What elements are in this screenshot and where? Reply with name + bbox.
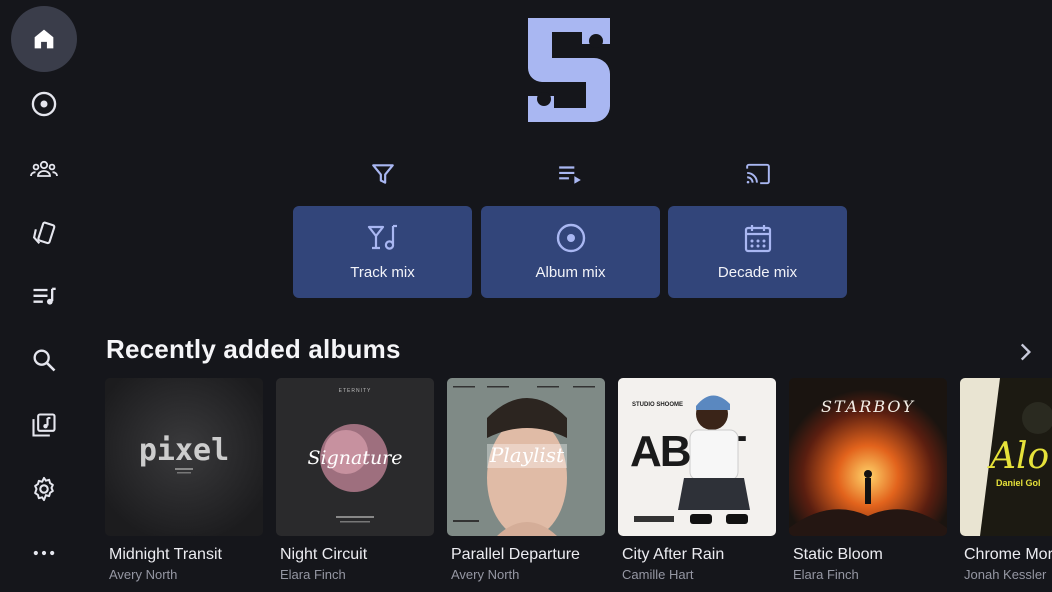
- cover-top-text: STUDIO SHOOME: [632, 402, 683, 408]
- more-icon: [33, 550, 55, 556]
- cover-text: pixel: [139, 433, 229, 468]
- calendar-icon: [744, 225, 771, 253]
- chevron-right-icon[interactable]: [1012, 339, 1038, 365]
- album-card[interactable]: Alo Daniel Gol Chrome Morning Jonah Kess…: [960, 378, 1052, 592]
- sidebar: [0, 0, 88, 592]
- cover-sub-text: Daniel Gol: [996, 478, 1041, 488]
- decade-mix-card[interactable]: Decade mix: [668, 206, 847, 298]
- album-title: Parallel Departure: [451, 546, 580, 563]
- album-artist: Elara Finch: [280, 567, 346, 582]
- album-card[interactable]: Playlist Parallel Departure Avery North: [447, 378, 605, 592]
- filter-button[interactable]: [367, 158, 399, 190]
- playlists-icon: [33, 287, 56, 305]
- album-cover: STUDIO SHOOME ABUT: [618, 378, 776, 536]
- nav-genres[interactable]: [11, 201, 77, 267]
- nav-search[interactable]: [11, 327, 77, 393]
- nav-home[interactable]: [11, 6, 77, 72]
- nav-artists[interactable]: [11, 136, 77, 202]
- settings-icon: [34, 476, 54, 502]
- album-title: City After Rain: [622, 546, 725, 563]
- cover-text: STARBOY: [821, 397, 915, 416]
- album-artist: Avery North: [451, 567, 520, 582]
- queue-button[interactable]: [554, 158, 586, 190]
- album-title: Night Circuit: [280, 546, 368, 563]
- album-card[interactable]: STARBOY Static Bloom Elara Finch: [789, 378, 947, 592]
- queue-icon: [559, 166, 581, 184]
- filter-icon: [372, 164, 394, 184]
- album-card[interactable]: ETERNITY Signature Night Circuit Elara F…: [276, 378, 434, 592]
- album-cover: STARBOY: [789, 378, 947, 536]
- album-artist: Elara Finch: [793, 567, 859, 582]
- track-mix-card[interactable]: Track mix: [293, 206, 472, 298]
- artists-group-icon: [30, 160, 58, 177]
- album-mix-label: Album mix: [535, 264, 606, 281]
- nav-settings[interactable]: [11, 456, 77, 522]
- recent-albums-heading: Recently added albums: [106, 334, 401, 364]
- decade-mix-label: Decade mix: [717, 264, 798, 281]
- app-logo: [528, 18, 610, 122]
- album-artist: Camille Hart: [622, 567, 694, 582]
- cover-text: Alo: [987, 436, 1049, 477]
- cover-top-text: ETERNITY: [339, 388, 372, 394]
- album-artist: Jonah Kessler: [964, 567, 1047, 582]
- search-icon: [33, 349, 56, 372]
- cover-text: Playlist: [489, 443, 565, 467]
- cocktail-music-icon: [367, 224, 397, 250]
- library-icon: [32, 413, 56, 437]
- album-cover: pixel: [105, 378, 263, 536]
- nav-albums[interactable]: [11, 71, 77, 137]
- nav-more[interactable]: [11, 520, 77, 586]
- cast-button[interactable]: [742, 158, 774, 190]
- track-mix-label: Track mix: [350, 264, 415, 281]
- genres-cards-icon: [32, 221, 56, 245]
- cast-icon: [746, 163, 770, 185]
- album-title: Chrome Morning: [964, 546, 1052, 563]
- home-icon: [34, 29, 54, 49]
- disc-icon: [556, 223, 585, 253]
- nav-playlists[interactable]: [11, 264, 77, 330]
- album-cover: Playlist: [447, 378, 605, 536]
- cover-text: Signature: [307, 447, 402, 469]
- album-artist: Avery North: [109, 567, 178, 582]
- album-cover: ETERNITY Signature: [276, 378, 434, 536]
- album-mix-card[interactable]: Album mix: [481, 206, 660, 298]
- album-card[interactable]: pixel Midnight Transit Avery North: [105, 378, 263, 592]
- nav-library[interactable]: [11, 392, 77, 458]
- album-card[interactable]: STUDIO SHOOME ABUT City After Rain Camil…: [618, 378, 776, 592]
- album-cover: Alo Daniel Gol: [960, 378, 1052, 536]
- album-title: Midnight Transit: [109, 546, 222, 563]
- album-title: Static Bloom: [793, 546, 883, 563]
- album-disc-icon: [31, 91, 57, 117]
